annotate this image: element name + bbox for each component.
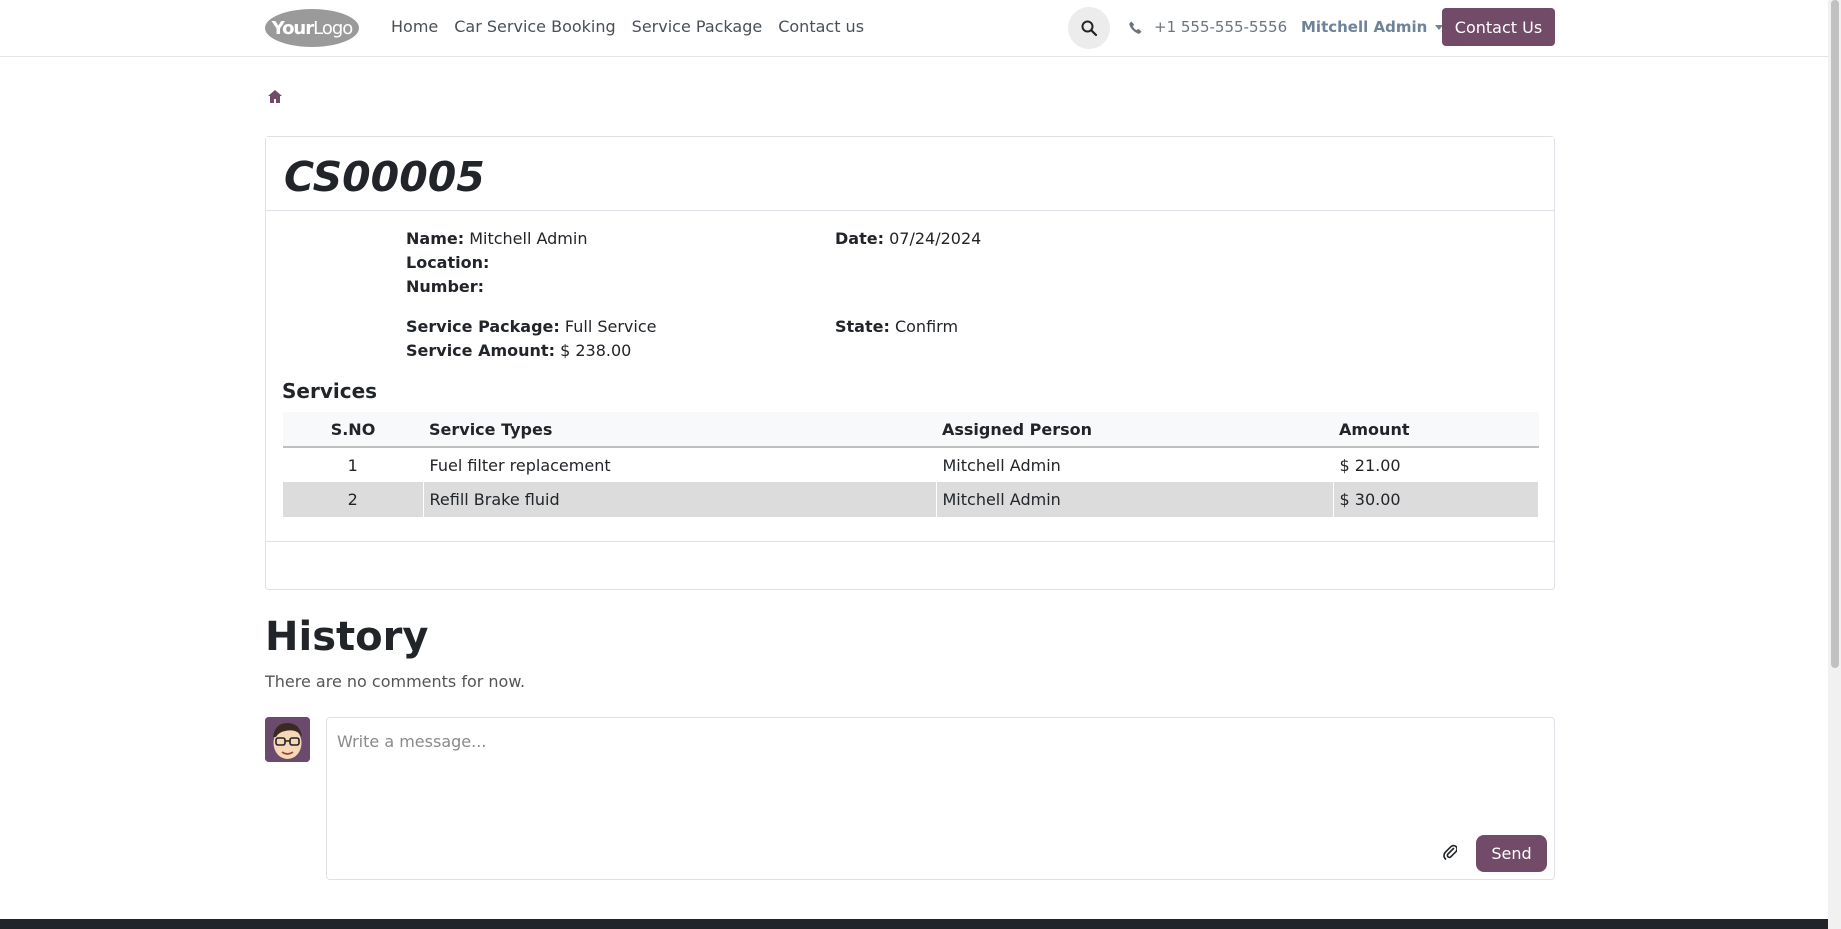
number-label: Number: — [406, 277, 485, 296]
col-amount: Amount — [1333, 412, 1539, 448]
phone-number: +1 555-555-5556 — [1154, 18, 1288, 36]
home-icon[interactable] — [268, 90, 282, 103]
cell-assigned-person: Mitchell Admin — [936, 482, 1334, 517]
user-menu-dropdown[interactable]: Mitchell Admin — [1301, 18, 1444, 36]
location-label: Location: — [406, 253, 490, 272]
search-icon — [1081, 20, 1097, 36]
message-composer: Send — [326, 717, 1555, 880]
cell-amount: $ 21.00 — [1333, 447, 1539, 482]
avatar-face-icon — [265, 717, 310, 762]
avatar — [265, 717, 310, 762]
phone-link[interactable]: +1 555-555-5556 — [1129, 18, 1287, 36]
name-label: Name: — [406, 229, 465, 248]
nav-menu: Home Car Service Booking Service Package… — [391, 17, 880, 36]
field-service-amount: Service Amount: $ 238.00 — [406, 341, 631, 360]
logo-text-b: Logo — [313, 17, 353, 39]
field-state: State: Confirm — [835, 317, 958, 336]
col-service-types: Service Types — [423, 412, 936, 448]
date-value: 07/24/2024 — [889, 229, 982, 248]
record-title: CS00005 — [284, 153, 485, 201]
cell-sno: 1 — [283, 447, 424, 482]
search-button[interactable] — [1068, 7, 1110, 49]
amount-label: Service Amount: — [406, 341, 555, 360]
nav-service-package[interactable]: Service Package — [632, 17, 763, 36]
nav-contact-us[interactable]: Contact us — [778, 17, 864, 36]
logo-text-a: Your — [271, 17, 314, 39]
col-sno: S.NO — [283, 412, 423, 448]
cell-amount: $ 30.00 — [1333, 482, 1539, 517]
services-heading: Services — [282, 379, 378, 403]
col-assigned-person: Assigned Person — [936, 412, 1333, 448]
state-value: Confirm — [894, 317, 959, 336]
service-record-card: CS00005 Name: Mitchell Admin Location: N… — [265, 136, 1555, 590]
field-date: Date: 07/24/2024 — [835, 229, 981, 248]
table-row: 2 Refill Brake fluid Mitchell Admin $ 30… — [283, 482, 1539, 517]
user-name: Mitchell Admin — [1301, 18, 1428, 36]
page-scrollbar[interactable] — [1828, 0, 1841, 929]
cell-sno: 2 — [283, 482, 424, 517]
package-value: Full Service — [564, 317, 657, 336]
no-comments-text: There are no comments for now. — [265, 672, 526, 691]
breadcrumb — [268, 88, 282, 108]
message-input[interactable] — [337, 726, 1537, 756]
cell-service-type: Refill Brake fluid — [423, 482, 937, 517]
field-number: Number: — [406, 277, 484, 296]
name-value: Mitchell Admin — [469, 229, 588, 248]
table-header-row: S.NO Service Types Assigned Person Amoun… — [283, 412, 1539, 448]
send-button[interactable]: Send — [1476, 835, 1547, 872]
field-service-package: Service Package: Full Service — [406, 317, 656, 336]
amount-value: $ 238.00 — [560, 341, 632, 360]
cell-assigned-person: Mitchell Admin — [936, 447, 1334, 482]
date-label: Date: — [835, 229, 884, 248]
field-location: Location: — [406, 253, 489, 272]
contact-us-button[interactable]: Contact Us — [1442, 8, 1555, 46]
services-table: S.NO Service Types Assigned Person Amoun… — [283, 412, 1539, 517]
cell-service-type: Fuel filter replacement — [423, 447, 937, 482]
nav-home[interactable]: Home — [391, 17, 438, 36]
site-logo[interactable]: Your Logo — [265, 9, 359, 47]
table-row: 1 Fuel filter replacement Mitchell Admin… — [283, 447, 1539, 482]
scrollbar-thumb[interactable] — [1831, 0, 1839, 668]
state-label: State: — [835, 317, 890, 336]
phone-icon — [1129, 21, 1142, 34]
package-label: Service Package: — [406, 317, 560, 336]
top-navbar: Your Logo Home Car Service Booking Servic… — [0, 0, 1828, 57]
paperclip-icon[interactable] — [1443, 844, 1457, 860]
page-footer — [0, 919, 1828, 929]
card-header: CS00005 — [266, 137, 1554, 211]
history-heading: History — [265, 614, 429, 660]
field-name: Name: Mitchell Admin — [406, 229, 587, 248]
nav-car-service-booking[interactable]: Car Service Booking — [454, 17, 615, 36]
card-footer — [266, 541, 1554, 589]
